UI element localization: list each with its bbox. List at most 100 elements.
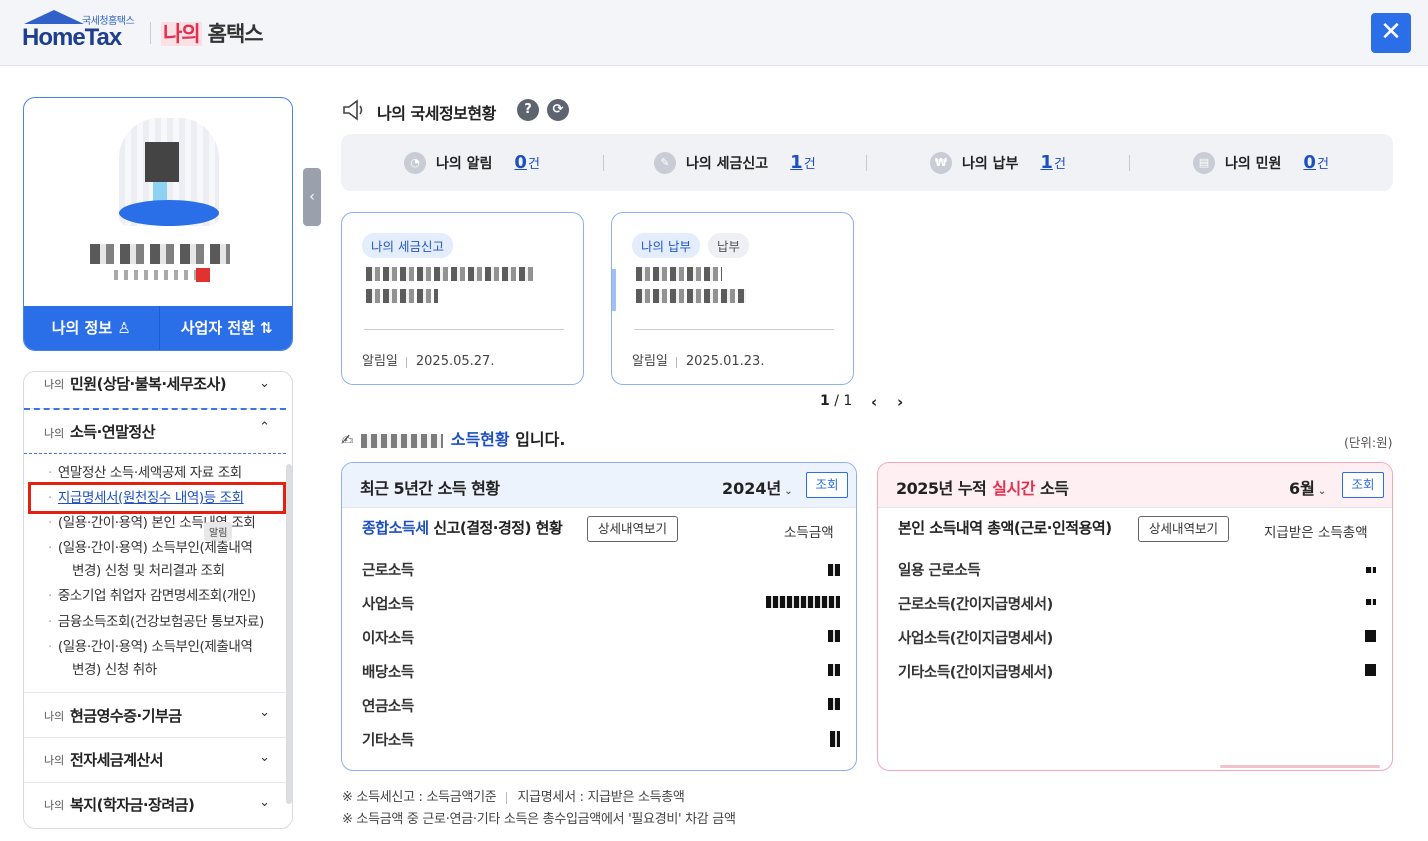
- brand-rest: 홈택스: [207, 22, 264, 46]
- redacted-value: [828, 698, 840, 710]
- submenu-item-cont[interactable]: 변경) 신청 및 처리결과 조회: [72, 560, 225, 582]
- detail-button[interactable]: 상세내역보기: [587, 516, 679, 542]
- submenu-item[interactable]: · 중소기업 취업자 감면명세조회(개인): [48, 585, 256, 607]
- menu-section-title: 민원(상담·불복·세무조사): [70, 375, 227, 393]
- redacted-text: [366, 267, 536, 281]
- menu-section-title: 소득·연말정산: [70, 423, 156, 441]
- income-row-label: 근로소득(간이지급명세서): [898, 597, 1053, 613]
- status-title: 나의 국세정보현황: [377, 104, 496, 123]
- column-label: 소득금액: [784, 525, 834, 541]
- close-button[interactable]: ✕: [1371, 13, 1411, 53]
- redacted-value: [1365, 630, 1376, 642]
- status-item-alerts[interactable]: ◔ 나의 알림 0건: [404, 134, 540, 191]
- unit-label: (단위:원): [1344, 435, 1393, 450]
- menu-scrollbar[interactable]: [286, 464, 292, 804]
- hometax-logo[interactable]: 국세청홈택스 HomeTax: [22, 10, 142, 51]
- tax-report-icon: ✎: [654, 151, 676, 174]
- separator: [1129, 155, 1130, 171]
- card-divider: [364, 329, 564, 330]
- chevron-up-icon: ⌃: [259, 420, 270, 435]
- redacted-value: [830, 731, 840, 747]
- submenu-item-cont[interactable]: 변경) 신청 취하: [72, 659, 157, 681]
- redacted-text: [366, 289, 438, 303]
- status-count[interactable]: 0: [514, 152, 527, 173]
- panel-header: 2025년 누적 실시간 소득 6월 ⌄ 조회: [878, 463, 1392, 508]
- footnote-2: ※ 소득금액 중 근로·연금·기타 소득은 총수입금액에서 '필요경비' 차감 …: [342, 812, 736, 827]
- help-icon[interactable]: ?: [517, 99, 539, 121]
- sidebar-collapse-button[interactable]: ‹: [303, 168, 321, 226]
- menu-section-title: 복지(학자금·장려금): [70, 796, 195, 814]
- income-row-label: 사업소득(간이지급명세서): [898, 631, 1053, 647]
- status-count[interactable]: 1: [1040, 152, 1053, 173]
- income-row-label: 사업소득: [362, 597, 414, 613]
- menu-section-complaints[interactable]: 나의 민원(상담·불복·세무조사) ⌄: [24, 372, 286, 409]
- chevron-down-icon: ⌄: [259, 750, 270, 765]
- redacted-name: [361, 433, 444, 448]
- income-row-label: 이자소득: [362, 631, 414, 647]
- year-select[interactable]: 2024년 ⌄: [722, 475, 793, 499]
- menu-section-title: 전자세금계산서: [70, 751, 164, 769]
- chevron-down-icon: ⌄: [259, 376, 270, 391]
- status-item-tax-report[interactable]: ✎ 나의 세금신고 1건: [654, 134, 816, 191]
- footnote-1: ※ 소득세신고 : 소득금액기준 지급명세서 : 지급받은 소득총액: [342, 790, 685, 805]
- redacted-value: [828, 664, 840, 676]
- top-header: 국세청홈택스 HomeTax 나의 홈택스 ✕: [0, 0, 1428, 66]
- redacted-value: [1366, 599, 1376, 605]
- five-year-income-panel: 최근 5년간 소득 현황 2024년 ⌄ 조회 종합소득세 신고(결정·경정) 현…: [341, 462, 857, 771]
- payment-icon: ₩: [930, 151, 952, 174]
- header-divider: [150, 22, 151, 44]
- query-button[interactable]: 조회: [1342, 472, 1384, 498]
- panel-title: 2025년 누적 실시간 소득: [896, 479, 1069, 498]
- next-page-button[interactable]: ›: [897, 393, 903, 411]
- notice-card-payment[interactable]: 나의 납부 납부 알림일 2025.01.23.: [611, 212, 854, 385]
- profile-actions: 나의 정보 ♙ 사업자 전환 ⇅: [24, 306, 293, 350]
- detail-button[interactable]: 상세내역보기: [1138, 516, 1230, 542]
- status-count[interactable]: 0: [1303, 152, 1316, 173]
- page-title: 나의 홈택스: [161, 18, 264, 48]
- menu-section-e-invoice[interactable]: 나의 전자세금계산서 ⌄: [24, 738, 286, 783]
- month-select[interactable]: 6월 ⌄: [1289, 475, 1326, 499]
- submenu-item[interactable]: · 금융소득조회(건강보험공단 통보자료): [48, 611, 264, 633]
- menu-section-prefix: 나의: [44, 378, 65, 391]
- panel-title: 최근 5년간 소득 현황: [360, 479, 500, 498]
- bell-icon: ◔: [404, 151, 426, 174]
- prev-page-button[interactable]: ‹: [871, 393, 877, 411]
- business-switch-button[interactable]: 사업자 전환 ⇅: [158, 306, 293, 350]
- redacted-text: [636, 267, 722, 281]
- income-row-label: 배당소득: [362, 665, 414, 681]
- card-chip: 나의 납부: [632, 233, 700, 258]
- income-row-label: 일용 근로소득: [898, 563, 981, 579]
- income-row-label: 기타소득: [362, 733, 414, 749]
- notice-card-tax-report[interactable]: 나의 세금신고 알림일 2025.05.27.: [341, 212, 584, 385]
- menu-section-receipts[interactable]: 나의 현금영수증·기부금 ⌄: [24, 692, 286, 738]
- submenu-item[interactable]: · (일용·간이·용역) 소득부인(제출내역: [48, 537, 253, 559]
- panel-scrollbar[interactable]: [1220, 765, 1380, 768]
- menu-section-welfare[interactable]: 나의 복지(학자금·장려금) ⌄: [24, 783, 286, 828]
- avatar-shirt: [119, 200, 219, 226]
- card-date: 알림일 2025.05.27.: [362, 354, 495, 369]
- submenu-item[interactable]: · 연말정산 소득·세액공제 자료 조회: [48, 462, 242, 484]
- status-item-complaints[interactable]: ▤ 나의 민원 0건: [1193, 134, 1329, 191]
- submenu-item[interactable]: · (일용·간이·용역) 소득부인(제출내역: [48, 636, 253, 658]
- status-summary-bar: ◔ 나의 알림 0건 ✎ 나의 세금신고 1건 ₩ 나의 납부 1건 ▤ 나의 …: [341, 134, 1393, 191]
- redacted-value: [766, 596, 840, 608]
- panel-subhead: 종합소득세 신고(결정·경정) 현황: [362, 519, 563, 537]
- status-count[interactable]: 1: [790, 152, 803, 173]
- highlight-box: [28, 482, 286, 514]
- refresh-icon[interactable]: ⟳: [547, 99, 569, 121]
- profile-card: 나의 정보 ♙ 사업자 전환 ⇅: [23, 97, 293, 351]
- user-name-redacted: [90, 244, 230, 264]
- income-section-title: ✍ 소득현황 입니다.: [341, 430, 566, 449]
- pagination: 1 / 1: [820, 393, 853, 409]
- brand-my: 나의: [161, 22, 202, 46]
- chevron-down-icon: ⌄: [259, 795, 270, 810]
- menu-section-income[interactable]: 나의 소득·연말정산 ⌃: [24, 408, 286, 454]
- query-button[interactable]: 조회: [806, 472, 848, 498]
- status-item-payment[interactable]: ₩ 나의 납부 1건: [930, 134, 1066, 191]
- side-menu: 나의 민원(상담·불복·세무조사) ⌄ 나의 소득·연말정산 ⌃ · 연말정산 소…: [23, 371, 293, 829]
- income-row-label: 기타소득(간이지급명세서): [898, 665, 1053, 681]
- redacted-value: [1366, 567, 1376, 573]
- user-sub-redacted: [114, 270, 204, 280]
- my-info-button[interactable]: 나의 정보 ♙: [24, 306, 159, 350]
- panel-subhead: 본인 소득내역 총액(근로·인적용역): [898, 519, 1112, 537]
